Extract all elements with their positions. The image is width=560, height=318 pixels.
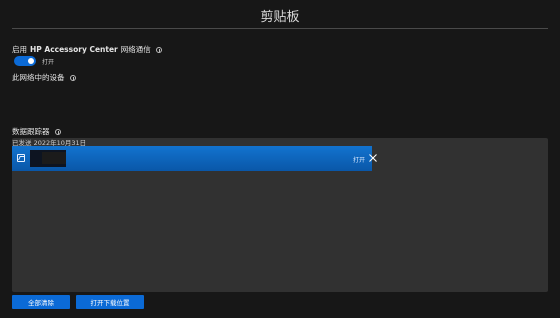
enable-comms-suffix: 网络通信: [120, 45, 151, 54]
item-thumbnail: [30, 150, 66, 167]
open-item-link[interactable]: 打开: [353, 155, 365, 164]
enable-comms-row: 启用 HP Accessory Center 网络通信: [12, 44, 162, 55]
image-icon: [17, 154, 25, 162]
comms-toggle[interactable]: [14, 56, 36, 66]
clipboard-item[interactable]: 打开: [12, 146, 377, 171]
devices-label: 此网络中的设备: [12, 73, 65, 82]
open-download-location-button[interactable]: 打开下载位置: [76, 295, 144, 309]
title-divider: [12, 28, 548, 29]
tracker-label: 数据跟踪器: [12, 127, 50, 136]
devices-row: 此网络中的设备: [12, 72, 76, 83]
info-icon[interactable]: [155, 46, 162, 53]
info-icon[interactable]: [54, 128, 61, 135]
close-icon[interactable]: [368, 153, 378, 163]
toggle-state-label: 打开: [42, 59, 55, 66]
tracker-row: 数据跟踪器: [12, 126, 61, 137]
info-icon[interactable]: [69, 74, 76, 81]
toggle-knob: [28, 58, 34, 64]
enable-comms-brand: HP Accessory Center: [30, 45, 118, 54]
clear-all-button[interactable]: 全部清除: [12, 295, 70, 309]
page-title: 剪贴板: [260, 10, 300, 25]
enable-comms-prefix: 启用: [12, 45, 27, 54]
